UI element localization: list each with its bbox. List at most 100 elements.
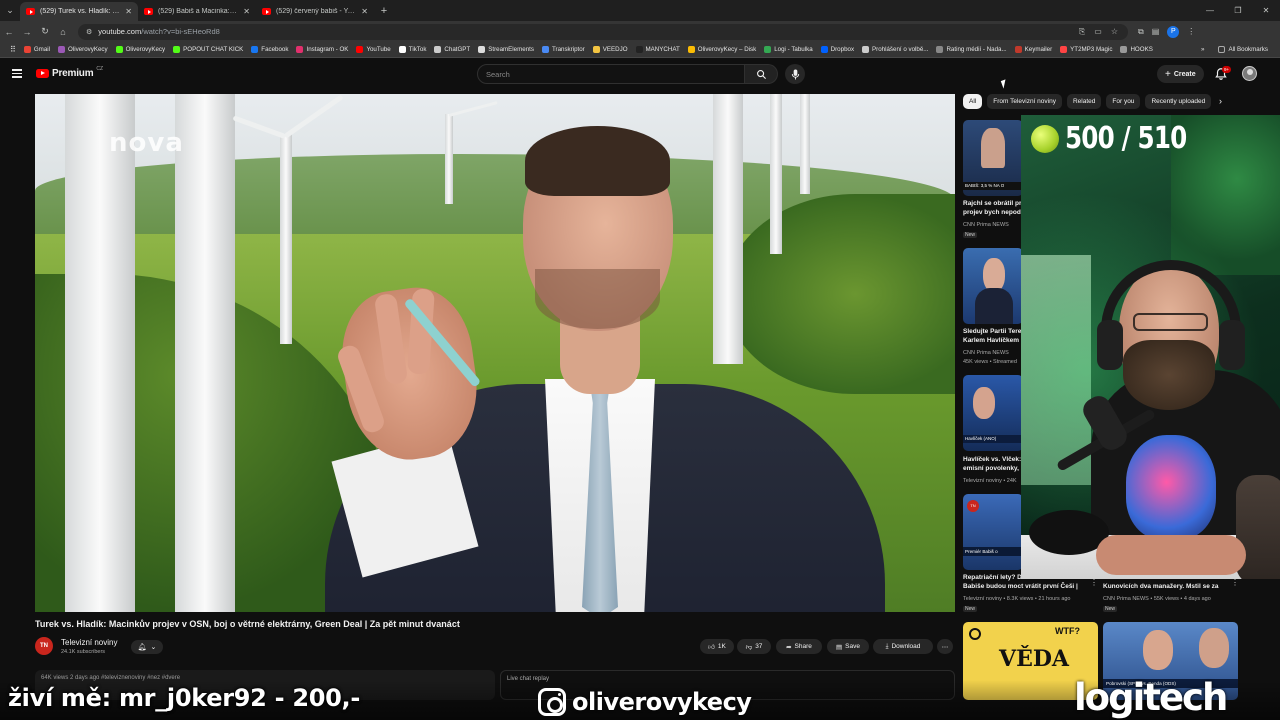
voice-search-button[interactable] <box>785 64 805 84</box>
account-avatar[interactable] <box>1242 66 1257 81</box>
home-icon[interactable]: ⌂ <box>54 27 72 37</box>
bookmark-item[interactable]: Instagram - OK <box>292 46 352 53</box>
chip-from-channel[interactable]: From Televizní noviny <box>987 94 1062 109</box>
back-icon[interactable]: ← <box>0 27 18 37</box>
bookmark-item[interactable]: OliverovyKecy <box>112 46 170 53</box>
folder-icon <box>1218 46 1226 53</box>
bookmark-item[interactable]: ChatGPT <box>430 46 474 53</box>
related-title[interactable]: Rajchl se obrátil pr projev bych nepodě <box>963 200 1025 217</box>
download-button[interactable]: ⤓ Download <box>873 639 933 654</box>
bookmark-item[interactable]: POPOUT CHAT KICK <box>169 46 247 53</box>
all-bookmarks-label: All Bookmarks <box>1228 46 1268 53</box>
video-player[interactable]: nova <box>35 94 955 612</box>
bookmark-item[interactable]: Gmail <box>20 46 54 53</box>
cast-icon[interactable]: ▭ <box>1094 27 1102 37</box>
bookmark-item[interactable]: Facebook <box>247 46 292 53</box>
thumbs-down-icon: 👎︎ <box>745 643 753 651</box>
channel-avatar[interactable]: TN <box>35 637 53 655</box>
bookmark-item[interactable]: Dropbox <box>817 46 858 53</box>
related-thumbnail[interactable]: BABIŠ: 3,5 % NA O <box>963 120 1023 196</box>
bookmark-item[interactable]: OliverovyKecy <box>54 46 112 53</box>
browser-menu-icon[interactable]: ⋮ <box>1187 27 1195 36</box>
related-title[interactable]: Havlíček vs. Vlček: emisní povolenky, <box>963 456 1025 473</box>
search-input[interactable] <box>477 64 745 84</box>
bookmark-item[interactable]: OliverovyKecy – Disk <box>684 46 760 53</box>
chip-recently-uploaded[interactable]: Recently uploaded <box>1145 94 1212 109</box>
guide-menu-icon[interactable] <box>12 69 22 78</box>
translate-icon[interactable]: ⎘ <box>1079 27 1085 37</box>
tab-close-icon[interactable]: ✕ <box>243 7 250 16</box>
chip-all[interactable]: All <box>963 94 983 109</box>
bookmark-item[interactable]: HOOKS <box>1116 46 1156 53</box>
premium-label: Premium <box>52 68 94 79</box>
channel-name[interactable]: Televizní noviny <box>61 638 117 647</box>
donation-ticker: živí mě: mr_j0ker92 - 200,- <box>8 684 361 712</box>
browser-tab-3[interactable]: (529) červený babiš - YouTube ✕ <box>256 2 374 21</box>
sidepanel-icon[interactable]: ▤ <box>1152 27 1160 36</box>
more-actions-button[interactable]: ⋯ <box>937 639 953 654</box>
bookmark-item[interactable]: Logi - Tabulka <box>760 46 816 53</box>
like-count: 1K <box>717 643 726 650</box>
like-button[interactable]: 👍︎ 1K <box>700 639 734 654</box>
bookmark-item[interactable]: Prohlášení o volbě... <box>858 46 932 53</box>
bookmark-label: Facebook <box>261 46 289 53</box>
bookmark-item[interactable]: YouTube <box>352 46 394 53</box>
related-thumbnail[interactable]: Havlíček (ANO) <box>963 375 1023 451</box>
chip-related[interactable]: Related <box>1066 94 1102 109</box>
forward-icon[interactable]: → <box>18 27 36 37</box>
related-title[interactable]: Kunovicích dva manažery. Mstil se za <box>1103 583 1233 592</box>
streamer-hand <box>1096 535 1246 575</box>
bookmark-favicon-icon <box>58 46 66 53</box>
chip-for-you[interactable]: For you <box>1106 94 1141 109</box>
address-bar[interactable]: ⚙ youtube.com/watch?v=bi-sEHeoRd8 ⎘ ▭ ☆ <box>78 23 1128 40</box>
bookmark-item[interactable]: VEEDJO <box>589 46 632 53</box>
bookmark-item[interactable]: TikTok <box>395 46 431 53</box>
thumbnail-text: VĚDA <box>999 646 1069 672</box>
bookmark-item[interactable]: YT2MP3 Magic <box>1056 46 1116 53</box>
apps-icon[interactable]: ⠿ <box>6 45 20 54</box>
more-vertical-icon[interactable]: ⋮ <box>1231 578 1239 587</box>
download-icon: ⤓ <box>885 642 889 650</box>
youtube-logo[interactable]: Premium CZ <box>36 66 103 79</box>
bookmark-item[interactable]: StreamElements <box>474 46 538 53</box>
bookmark-label: Transkriptor <box>551 46 585 53</box>
new-tab-icon[interactable]: + <box>374 5 394 17</box>
restore-icon[interactable]: ❐ <box>1224 0 1252 21</box>
reload-icon[interactable]: ↻ <box>36 26 54 37</box>
profile-icon[interactable]: P <box>1167 25 1180 38</box>
tab-close-icon[interactable]: ✕ <box>361 7 368 16</box>
save-button[interactable]: ▤ Save <box>827 639 869 654</box>
related-thumbnail[interactable]: TN Premiér Babiš o <box>963 494 1023 570</box>
browser-tab-2[interactable]: (529) Babiš a Macinka: Opatřen ✕ <box>138 2 256 21</box>
related-title[interactable]: Sledujte Partii Terez Karlem Havlíčkem <box>963 328 1025 345</box>
minimize-icon[interactable]: — <box>1196 0 1224 21</box>
chevron-right-icon[interactable]: › <box>1219 96 1222 106</box>
bookmark-item[interactable]: Keymailer <box>1011 46 1057 53</box>
bookmark-favicon-icon <box>356 46 364 53</box>
share-button[interactable]: ➦ Share <box>776 639 822 654</box>
dislike-button[interactable]: 👎︎ 37 <box>737 639 771 654</box>
chevron-down-icon: ⌄ <box>150 644 157 651</box>
subscription-bell-button[interactable]: 🔔︎ ⌄ <box>131 640 163 654</box>
bookmark-item[interactable]: Transkriptor <box>538 46 589 53</box>
bookmark-item[interactable]: Rating médií - Nada... <box>932 46 1010 53</box>
extensions-icon[interactable]: ⧉ <box>1138 27 1144 37</box>
bookmark-favicon-icon <box>820 46 828 53</box>
close-window-icon[interactable]: ✕ <box>1252 0 1280 21</box>
bookmark-item[interactable]: MANYCHAT <box>632 46 684 53</box>
more-horizontal-icon: ⋯ <box>941 643 949 651</box>
bookmark-label: YT2MP3 Magic <box>1070 46 1113 53</box>
site-info-icon[interactable]: ⚙ <box>86 28 92 36</box>
youtube-favicon-icon <box>26 8 35 15</box>
screen: ⌄ (529) Turek vs. Hladík: Macinků ✕ (529… <box>0 0 1280 720</box>
more-vertical-icon[interactable]: ⋮ <box>1090 578 1098 587</box>
chevron-right-icon[interactable]: » <box>1201 46 1204 53</box>
browser-tab-1[interactable]: (529) Turek vs. Hladík: Macinků ✕ <box>20 2 138 21</box>
create-button[interactable]: + Create <box>1157 65 1204 83</box>
bookmark-star-icon[interactable]: ☆ <box>1111 27 1118 37</box>
tab-search-icon[interactable]: ⌄ <box>0 0 20 21</box>
all-bookmarks-button[interactable]: All Bookmarks <box>1214 46 1272 53</box>
related-thumbnail[interactable] <box>963 248 1023 324</box>
search-button[interactable] <box>745 64 778 84</box>
tab-close-icon[interactable]: ✕ <box>125 7 132 16</box>
